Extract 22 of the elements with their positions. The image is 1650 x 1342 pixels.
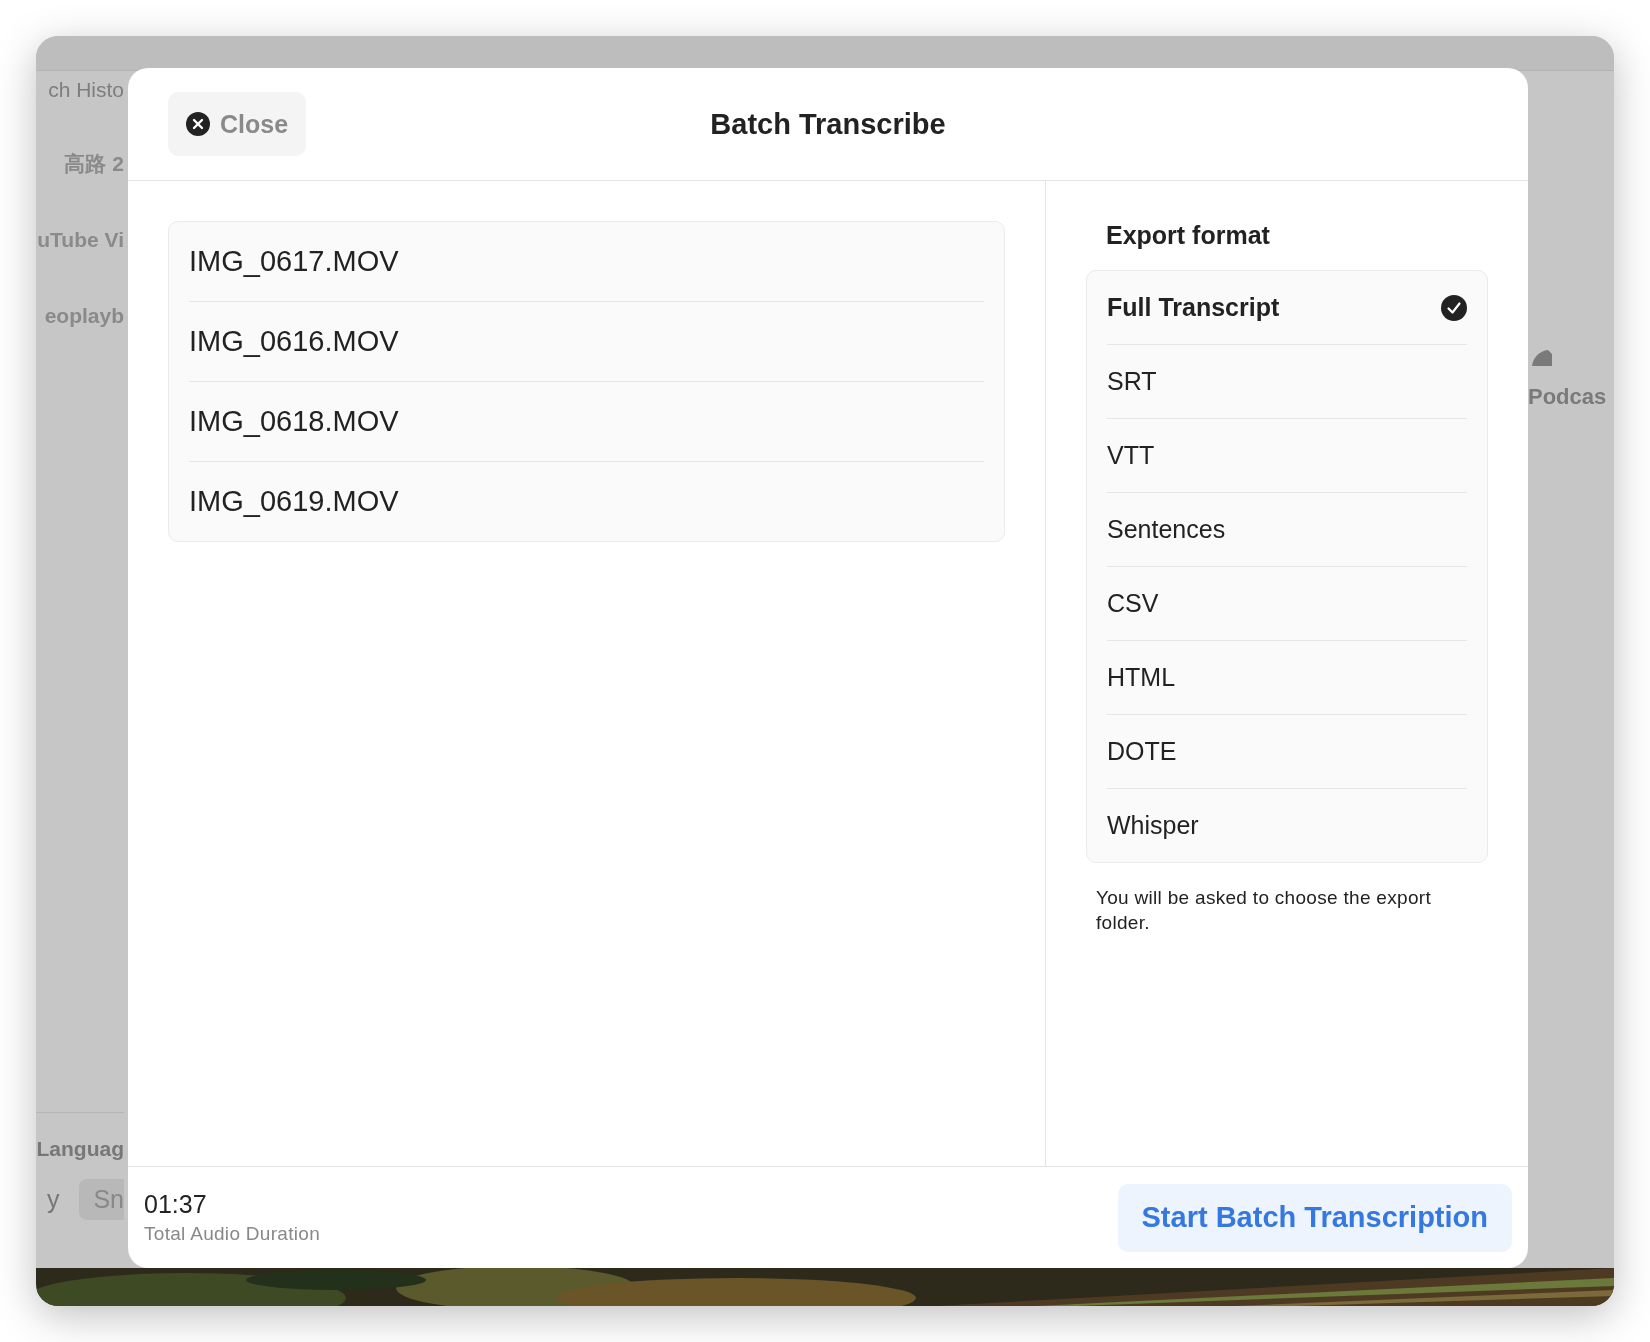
close-icon	[186, 112, 210, 136]
format-option[interactable]: HTML	[1107, 641, 1467, 715]
dialog-title: Batch Transcribe	[710, 107, 946, 141]
file-name: IMG_0617.MOV	[189, 245, 399, 278]
format-option[interactable]: Sentences	[1107, 493, 1467, 567]
format-option[interactable]: SRT	[1107, 345, 1467, 419]
format-option[interactable]: Full Transcript	[1107, 271, 1467, 345]
duration-label: Total Audio Duration	[144, 1223, 321, 1245]
file-name: IMG_0618.MOV	[189, 405, 399, 438]
format-option[interactable]: Whisper	[1107, 789, 1467, 862]
section-heading: Languag	[36, 1137, 124, 1161]
format-option[interactable]: VTT	[1107, 419, 1467, 493]
option-label: y	[46, 1185, 60, 1214]
section-heading: Export format	[1105, 221, 1271, 250]
duration-value: 01:37	[144, 1190, 208, 1219]
checkmark-icon	[1441, 294, 1467, 321]
file-name: IMG_0616.MOV	[189, 325, 399, 358]
file-name: IMG_0619.MOV	[189, 485, 399, 518]
hint-text: You will be asked to choose the export folder.	[1095, 886, 1432, 935]
format-option[interactable]: CSV	[1107, 567, 1467, 641]
start-button[interactable]: Start Batch Transcription	[1117, 1183, 1512, 1252]
format-option[interactable]: DOTE	[1107, 715, 1467, 789]
